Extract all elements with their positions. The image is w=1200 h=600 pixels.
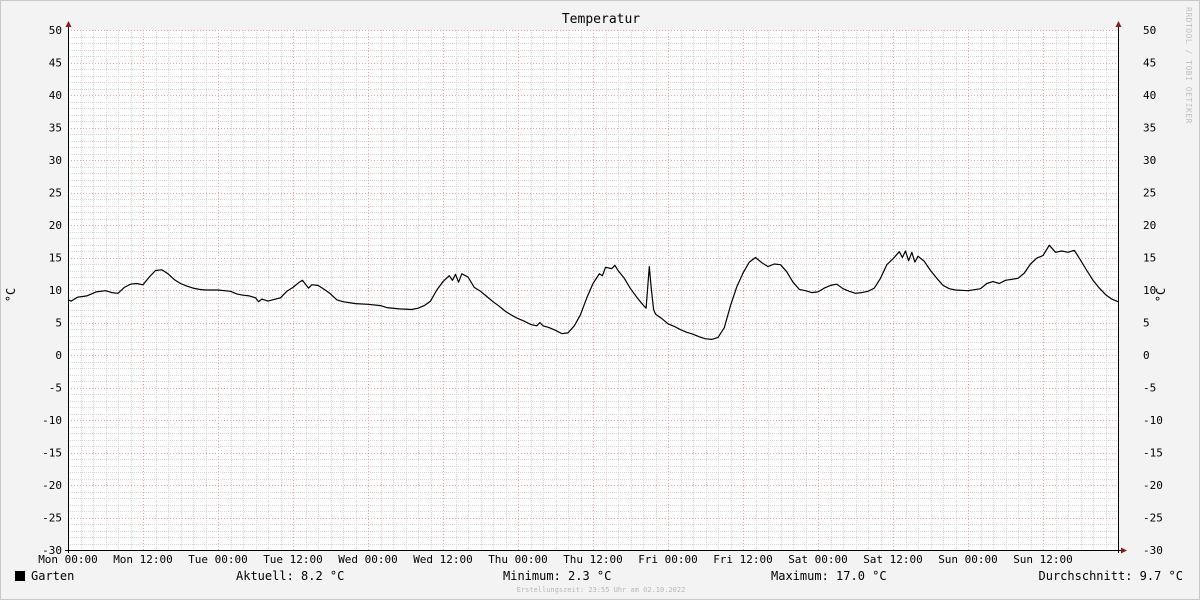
legend-aktuell: Aktuell: 8.2 °C xyxy=(236,569,345,583)
legend-series-name: Garten xyxy=(31,569,75,583)
y-tick-label-right: -25 xyxy=(1143,512,1163,525)
creation-time-footer: Erstellungszeit: 23:55 Uhr am 02.10.2022 xyxy=(516,586,686,594)
y-tick-label-left: 10 xyxy=(49,284,62,297)
y-tick-label-right: 30 xyxy=(1143,154,1156,167)
x-tick-label: Tue 12:00 xyxy=(263,553,323,566)
y-tick-label-right: 45 xyxy=(1143,57,1156,70)
temperature-chart: 50 5045 4540 4035 3530 3025 2520 2015 1510 105 50 0… xyxy=(38,21,1163,566)
x-tick-label: Thu 00:00 xyxy=(488,553,548,566)
y-tick-label-left: -25 xyxy=(42,512,62,525)
y-tick-label-right: 20 xyxy=(1143,219,1156,232)
y-tick-label-right: 15 xyxy=(1143,252,1156,265)
y-tick-label-right: -15 xyxy=(1143,447,1163,460)
y-tick-label-left: 30 xyxy=(49,154,62,167)
y-tick-label-right: -30 xyxy=(1143,544,1163,557)
x-tick-label: Sat 00:00 xyxy=(788,553,848,566)
y-tick-label-left: -15 xyxy=(42,447,62,460)
x-tick-label: Wed 00:00 xyxy=(338,553,398,566)
y-tick-label-left: -10 xyxy=(42,414,62,427)
y-tick-label-left: 0 xyxy=(55,349,62,362)
y-tick-label-right: -5 xyxy=(1143,382,1156,395)
legend-minimum: Minimum: 2.3 °C xyxy=(503,569,612,583)
x-tick-label: Fri 12:00 xyxy=(713,553,773,566)
x-tick-label: Wed 12:00 xyxy=(413,553,473,566)
y-tick-label-right: -10 xyxy=(1143,414,1163,427)
chart-window: 50 50 45 45 40 40 35 35 30 30 25 25 20 20 15 15 10 10 5 5 0 0… xyxy=(0,0,1200,600)
x-tick-label: Fri 00:00 xyxy=(638,553,698,566)
legend-swatch-garten xyxy=(15,571,25,581)
y-tick-label-left: 25 xyxy=(49,187,62,200)
legend-maximum: Maximum: 17.0 °C xyxy=(771,569,887,583)
y-tick-label-right: 0 xyxy=(1143,349,1150,362)
x-tick-label: Thu 12:00 xyxy=(563,553,623,566)
y-tick-label-left: -20 xyxy=(42,479,62,492)
y-axis-label-left: °C xyxy=(4,287,18,303)
y-tick-label-left: 40 xyxy=(49,89,62,102)
x-axis-arrow xyxy=(1121,547,1127,554)
y-tick-label-left: 20 xyxy=(49,219,62,232)
y-tick-label-right: 25 xyxy=(1143,187,1156,200)
y-tick-label-right: 5 xyxy=(1143,317,1150,330)
x-tick-label: Sun 00:00 xyxy=(938,553,998,566)
y-tick-label-left: 35 xyxy=(49,122,62,135)
y-tick-label-right: -20 xyxy=(1143,479,1163,492)
x-tick-label: Sun 12:00 xyxy=(1013,553,1073,566)
y-tick-label-right: 40 xyxy=(1143,89,1156,102)
y-tick-label-left: 5 xyxy=(55,317,62,330)
watermark: RRDTOOL / TOBI OETIKER xyxy=(1184,7,1193,124)
chart-title: Temperatur xyxy=(561,12,641,27)
x-tick-label: Tue 00:00 xyxy=(188,553,248,566)
x-tick-label: Sat 12:00 xyxy=(863,553,923,566)
x-tick-label: Mon 00:00 xyxy=(38,553,98,566)
y-tick-label-right: 35 xyxy=(1143,122,1156,135)
y-tick-label-left: -5 xyxy=(49,382,62,395)
y-axis-label-right: °C xyxy=(1154,287,1168,303)
y-tick-label-left: 15 xyxy=(49,252,62,265)
legend-durchschnitt: Durchschnitt: 9.7 °C xyxy=(1038,569,1184,583)
y-tick-label-left: 45 xyxy=(49,57,62,70)
x-tick-label: Mon 12:00 xyxy=(113,553,173,566)
